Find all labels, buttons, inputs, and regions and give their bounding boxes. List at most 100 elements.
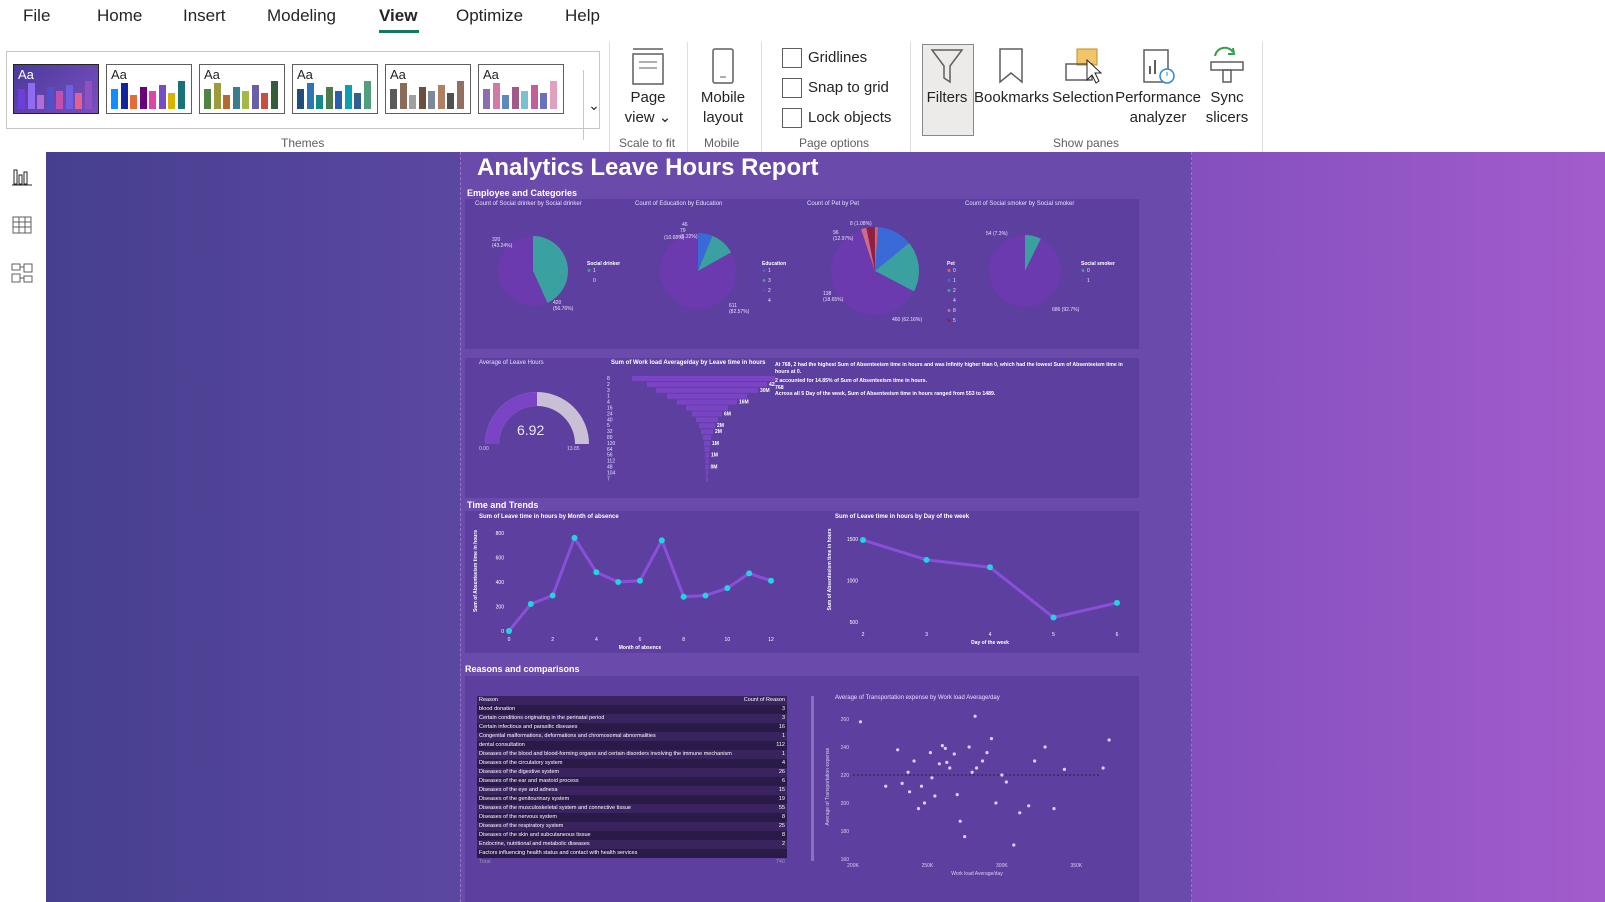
pie-slice[interactable] bbox=[988, 235, 1061, 307]
table-row[interactable]: Factors influencing health status and co… bbox=[477, 849, 787, 858]
scatter-point[interactable] bbox=[916, 807, 921, 811]
funnel-bar[interactable] bbox=[677, 399, 737, 405]
table-row[interactable]: Diseases of the circulatory system 4 bbox=[477, 759, 787, 768]
table-row[interactable]: Diseases of the nervous system 8 bbox=[477, 813, 787, 822]
page-view-button[interactable]: Page view ⌄ bbox=[620, 46, 676, 128]
lock-objects-checkbox[interactable] bbox=[782, 108, 802, 128]
line-point[interactable] bbox=[593, 569, 600, 576]
line-point[interactable] bbox=[724, 585, 731, 592]
funnel-bar[interactable] bbox=[706, 470, 708, 476]
line-point[interactable] bbox=[987, 564, 993, 571]
scatter-point[interactable] bbox=[1012, 843, 1016, 847]
scatter-point[interactable] bbox=[958, 819, 962, 823]
table-row[interactable]: Certain conditions originating in the pe… bbox=[477, 714, 787, 723]
selection-button[interactable]: Selection bbox=[1051, 46, 1115, 108]
funnel-bar[interactable] bbox=[701, 429, 713, 435]
table-row[interactable]: Diseases of the skin and subcutaneous ti… bbox=[477, 831, 787, 840]
line-point[interactable] bbox=[768, 577, 774, 584]
scatter-point[interactable] bbox=[933, 794, 937, 798]
scatter-point[interactable] bbox=[952, 752, 956, 756]
filters-button[interactable]: Filters bbox=[922, 46, 972, 108]
theme-thumbnail-3[interactable]: Aa bbox=[199, 64, 285, 114]
report-view-icon[interactable] bbox=[11, 166, 33, 188]
scatter-point[interactable] bbox=[1004, 780, 1008, 784]
scatter-point[interactable] bbox=[884, 784, 888, 788]
line-point[interactable] bbox=[571, 534, 578, 541]
scatter-point[interactable] bbox=[994, 801, 998, 805]
funnel-bar[interactable] bbox=[656, 387, 758, 393]
line-point[interactable] bbox=[527, 601, 534, 608]
scatter-point[interactable] bbox=[1052, 807, 1056, 811]
funnel-bar[interactable] bbox=[704, 446, 710, 452]
line-point[interactable] bbox=[1114, 599, 1120, 606]
table-row[interactable]: Diseases of the eye and adnexa 15 bbox=[477, 786, 787, 795]
scatter-point[interactable] bbox=[980, 759, 985, 763]
scatter-point[interactable] bbox=[919, 784, 924, 788]
scatter-point[interactable] bbox=[1107, 738, 1111, 742]
scatter-point[interactable] bbox=[1033, 759, 1037, 763]
menu-home[interactable]: Home bbox=[97, 6, 142, 26]
scatter-point[interactable] bbox=[1062, 767, 1067, 771]
table-row[interactable]: Diseases of the musculoskeletal system a… bbox=[477, 804, 787, 813]
funnel-bar[interactable] bbox=[704, 440, 710, 446]
funnel-bar[interactable] bbox=[692, 411, 722, 417]
scatter-point[interactable] bbox=[907, 790, 912, 794]
scatter-point[interactable] bbox=[945, 760, 949, 764]
line-point[interactable] bbox=[860, 537, 866, 544]
line-point[interactable] bbox=[923, 556, 930, 563]
month-line-chart[interactable]: 0 2 4 6 8 10 12 0 200 400 600 800 Month of absence Su… bbox=[471, 523, 791, 653]
funnel-bar[interactable] bbox=[632, 376, 775, 381]
menu-view[interactable]: View bbox=[379, 6, 417, 26]
scatter-point[interactable] bbox=[1027, 804, 1031, 808]
gridlines-label[interactable]: Gridlines bbox=[808, 49, 867, 66]
table-row[interactable]: Certain infectious and parasitic disease… bbox=[477, 723, 787, 732]
funnel-bar[interactable] bbox=[703, 435, 711, 440]
scatter-point[interactable] bbox=[922, 801, 927, 805]
line-point[interactable] bbox=[746, 570, 753, 577]
funnel-bar[interactable] bbox=[705, 464, 709, 470]
scatter-point[interactable] bbox=[1018, 811, 1022, 815]
line-point[interactable] bbox=[702, 592, 709, 599]
scatter-point[interactable] bbox=[1101, 766, 1105, 770]
menu-file[interactable]: File bbox=[23, 6, 50, 26]
theme-thumbnail-2[interactable]: Aa bbox=[106, 64, 192, 114]
menu-insert[interactable]: Insert bbox=[183, 6, 226, 26]
scatter-point[interactable] bbox=[955, 793, 959, 797]
scatter-point[interactable] bbox=[973, 714, 977, 718]
themes-expand-chevron-icon[interactable]: ⌄ bbox=[583, 70, 604, 140]
table-header-reason[interactable]: Reason bbox=[479, 696, 498, 705]
funnel-bar[interactable] bbox=[699, 423, 715, 429]
table-row[interactable]: Diseases of the digestive system 26 bbox=[477, 768, 787, 777]
menu-modeling[interactable]: Modeling bbox=[267, 6, 336, 26]
scatter-point[interactable] bbox=[974, 766, 979, 770]
table-row[interactable]: Diseases of the respiratory system 25 bbox=[477, 822, 787, 831]
line-point[interactable] bbox=[658, 537, 665, 544]
table-scrollbar[interactable] bbox=[811, 696, 814, 861]
menu-help[interactable]: Help bbox=[565, 6, 600, 26]
model-view-icon[interactable] bbox=[11, 262, 33, 284]
funnel-bar[interactable] bbox=[706, 476, 708, 482]
gridlines-checkbox[interactable] bbox=[782, 48, 802, 68]
theme-thumbnail-1[interactable]: Aa bbox=[13, 64, 99, 114]
line-point[interactable] bbox=[549, 592, 556, 599]
scatter-point[interactable] bbox=[943, 746, 947, 750]
mobile-layout-button[interactable]: Mobile layout bbox=[694, 46, 752, 128]
scatter-point[interactable] bbox=[967, 745, 971, 749]
scatter-point[interactable] bbox=[896, 748, 900, 752]
reasons-table[interactable]: Reason Count of Reason blood donation 3 Ce… bbox=[477, 696, 787, 867]
table-header-count[interactable]: Count of Reason bbox=[744, 696, 785, 705]
scatter-point[interactable] bbox=[1000, 773, 1004, 777]
scatter-point[interactable] bbox=[928, 751, 933, 755]
snap-to-grid-checkbox[interactable] bbox=[782, 78, 802, 98]
table-row[interactable]: Diseases of the ear and mastoid process 6 bbox=[477, 777, 787, 786]
scatter-point[interactable] bbox=[858, 720, 863, 724]
scatter-point[interactable] bbox=[940, 744, 944, 748]
scatter-point[interactable] bbox=[948, 766, 952, 770]
theme-thumbnail-6[interactable]: Aa bbox=[478, 64, 564, 114]
scatter-chart[interactable]: 200K 250K 300K 350K 160 180 200 220 240 260 Work l… bbox=[821, 704, 1131, 884]
menu-optimize[interactable]: Optimize bbox=[456, 6, 523, 26]
table-row[interactable]: Diseases of the blood and blood-forming … bbox=[477, 750, 787, 759]
scatter-point[interactable] bbox=[930, 776, 934, 780]
theme-thumbnail-4[interactable]: Aa bbox=[292, 64, 378, 114]
funnel-bar[interactable] bbox=[696, 417, 718, 423]
